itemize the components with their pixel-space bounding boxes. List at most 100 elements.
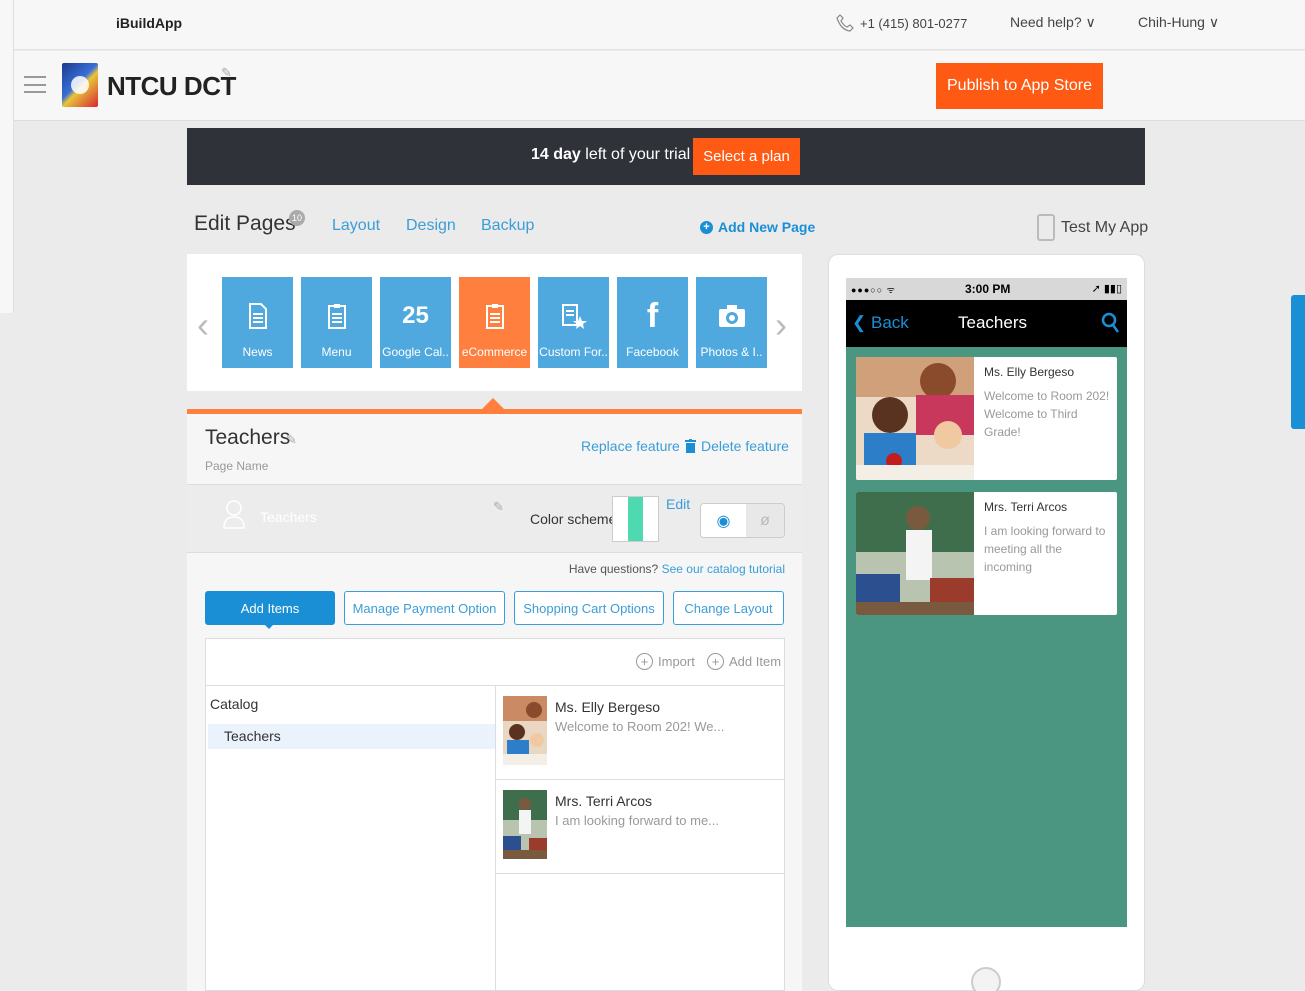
manage-payment-tab[interactable]: Manage Payment Option	[344, 591, 505, 625]
app-logo	[62, 63, 98, 107]
plus-circle-icon: +	[707, 653, 724, 670]
delete-feature-link[interactable]: Delete feature	[685, 438, 789, 454]
clipboard-icon	[485, 299, 505, 333]
publish-button[interactable]: Publish to App Store	[936, 63, 1103, 109]
page-tile-google-calendar[interactable]: 25 Google Cal..	[380, 277, 451, 368]
left-gutter	[0, 0, 14, 313]
item-name: Mrs. Terri Arcos	[555, 793, 652, 809]
plus-circle-icon: +	[636, 653, 653, 670]
chevron-right-icon[interactable]: ›	[775, 304, 787, 346]
preview-card[interactable]: Mrs. Terri Arcos I am looking forward to…	[856, 492, 1117, 615]
phone-search-icon	[1037, 214, 1055, 241]
list-item[interactable]: Ms. Elly Bergeso Welcome to Room 202! We…	[496, 686, 784, 780]
item-description: I am looking forward to me...	[555, 813, 720, 828]
import-label: Import	[658, 654, 695, 669]
document-icon	[248, 299, 268, 333]
hidden-icon[interactable]: ø	[746, 504, 784, 537]
back-label: Back	[870, 313, 909, 332]
tile-label: Google Cal..	[382, 345, 449, 359]
edit-pages-tab[interactable]: Edit Pages	[194, 212, 296, 236]
page-tile-news[interactable]: News	[222, 277, 293, 368]
card-name: Ms. Elly Bergeso	[984, 365, 1075, 379]
add-item-button[interactable]: + Add Item	[707, 653, 781, 670]
user-menu[interactable]: Chih-Hung ∨	[1138, 14, 1219, 31]
search-icon[interactable]	[1101, 312, 1119, 334]
tile-label: Custom For..	[539, 345, 608, 359]
visibility-toggle[interactable]: ◉ ø	[700, 503, 785, 538]
phone-icon	[836, 14, 854, 32]
trash-icon	[685, 439, 696, 453]
camera-icon	[718, 299, 746, 333]
color-scheme-label: Color scheme	[530, 511, 617, 527]
list-item[interactable]: Mrs. Terri Arcos I am looking forward to…	[496, 780, 784, 874]
tile-label: Photos & I..	[700, 345, 763, 359]
test-my-app-button[interactable]: Test My App	[1037, 214, 1148, 241]
clipboard-icon	[327, 299, 347, 333]
item-name: Ms. Elly Bergeso	[555, 699, 661, 715]
hamburger-menu-icon[interactable]	[24, 76, 46, 93]
edit-pencil-icon[interactable]: ✎	[286, 432, 297, 448]
add-new-page-button[interactable]: + Add New Page	[700, 219, 815, 235]
page-tile-menu[interactable]: Menu	[301, 277, 372, 368]
import-button[interactable]: + Import	[636, 653, 695, 670]
color-scheme-edit-link[interactable]: Edit	[666, 496, 690, 512]
chevron-left-icon[interactable]: ‹	[197, 304, 209, 346]
teacher-photo	[856, 357, 974, 480]
page-tile-photos[interactable]: Photos & I..	[696, 277, 767, 368]
page-tiles-panel: ‹ News Menu 25 Google Cal.. eCommerce Cu…	[187, 254, 802, 391]
feedback-side-tab[interactable]	[1291, 295, 1305, 429]
teacher-photo	[503, 696, 547, 765]
page-detail-panel: Teachers ✎ Page Name Replace feature Del…	[187, 414, 802, 991]
catalog-help: Have questions? See our catalog tutorial	[569, 562, 785, 576]
phone-home-button[interactable]	[971, 967, 1001, 991]
trial-banner: 14 day left of your trial Select a plan	[187, 128, 1145, 185]
back-button[interactable]: ❮ Back	[852, 313, 909, 333]
delete-feature-label: Delete feature	[701, 438, 789, 454]
page-tile-ecommerce[interactable]: eCommerce	[459, 277, 530, 368]
tile-label: News	[242, 345, 273, 359]
phone-nav-bar: ❮ Back Teachers	[846, 300, 1127, 347]
phone-number: +1 (415) 801-0277	[860, 15, 968, 31]
add-items-tab[interactable]: Add Items	[205, 591, 335, 625]
page-title: Teachers	[205, 426, 291, 449]
color-scheme-swatch[interactable]	[612, 496, 659, 542]
brand-name[interactable]: iBuildApp	[116, 15, 182, 31]
background-title-text: Teachers	[260, 509, 317, 525]
replace-feature-link[interactable]: Replace feature	[581, 438, 680, 454]
trial-message: 14 day left of your trial	[531, 146, 690, 164]
need-help-menu[interactable]: Need help? ∨	[1010, 14, 1096, 31]
edit-pencil-icon[interactable]: ✎	[493, 499, 504, 515]
app-bar: NTCU DCT ✎ Publish to App Store	[14, 51, 1305, 121]
page-tile-facebook[interactable]: f Facebook	[617, 277, 688, 368]
catalog-label: Catalog	[210, 696, 259, 712]
category-item-teachers[interactable]: Teachers	[208, 724, 495, 749]
active-tab-pointer	[263, 623, 275, 629]
shopping-cart-tab[interactable]: Shopping Cart Options	[514, 591, 664, 625]
teacher-photo	[503, 790, 547, 859]
questions-text: Have questions?	[568, 562, 662, 576]
tab-backup[interactable]: Backup	[481, 217, 534, 235]
tile-label: Menu	[321, 345, 352, 359]
tab-layout[interactable]: Layout	[332, 217, 380, 235]
card-description: Welcome to Room 202! Welcome to Third Gr…	[984, 389, 1110, 439]
phone-preview-screen: ●●●○○ ᯤ 3:00 PM ➚ ▮▮▯ ❮ Back Teachers Ms…	[846, 278, 1127, 927]
tab-design[interactable]: Design	[406, 217, 456, 235]
card-description: I am looking forward to meeting all the …	[984, 524, 1106, 574]
select-plan-button[interactable]: Select a plan	[693, 138, 800, 175]
tile-label: eCommerce	[461, 345, 528, 359]
eye-icon[interactable]: ◉	[701, 504, 746, 537]
page-tile-custom-form[interactable]: Custom For..	[538, 277, 609, 368]
color-scheme-row: Teachers ✎ Color scheme Edit ◉ ø	[187, 484, 802, 553]
preview-card[interactable]: Ms. Elly Bergeso Welcome to Room 202! We…	[856, 357, 1117, 480]
add-new-page-label: Add New Page	[718, 219, 816, 235]
catalog-tutorial-link[interactable]: See our catalog tutorial	[662, 562, 785, 576]
facebook-icon: f	[646, 297, 659, 335]
card-name: Mrs. Terri Arcos	[984, 500, 1068, 514]
chevron-left-icon: ❮	[852, 313, 867, 332]
edit-pencil-icon[interactable]: ✎	[221, 65, 232, 81]
phone-contact: +1 (415) 801-0277	[836, 14, 967, 32]
form-star-icon	[561, 299, 587, 333]
status-bar: ●●●○○ ᯤ 3:00 PM ➚ ▮▮▯	[846, 278, 1127, 300]
change-layout-tab[interactable]: Change Layout	[673, 591, 784, 625]
person-icon	[223, 500, 245, 529]
